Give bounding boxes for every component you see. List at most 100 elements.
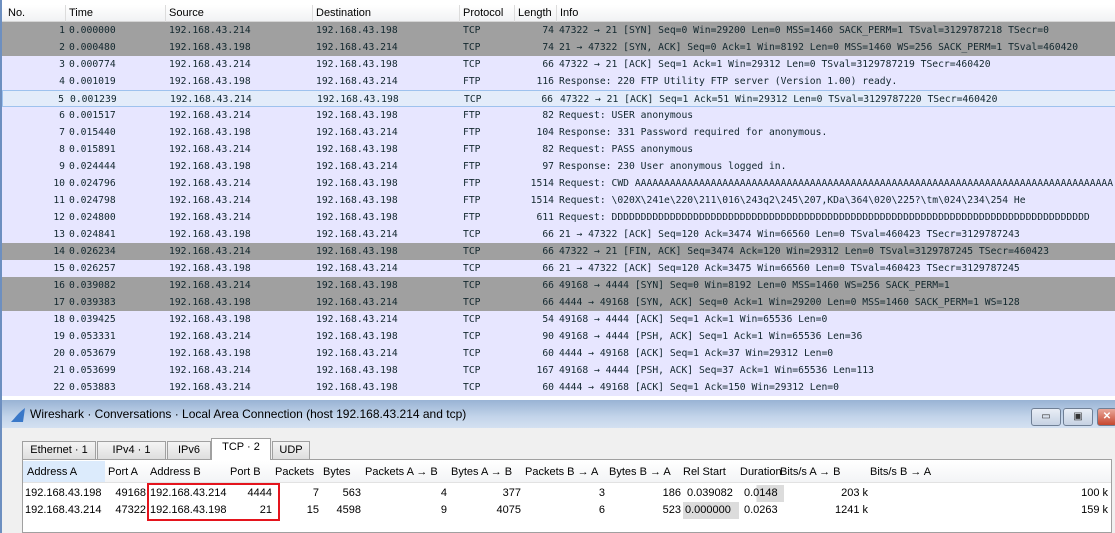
column-header-time[interactable]: Time <box>69 7 93 19</box>
packet-row[interactable]: 3 0.000774 192.168.43.214 192.168.43.198 TCP… <box>2 56 1115 73</box>
packet-row[interactable]: 18 0.039425 192.168.43.198 192.168.43.214 TC… <box>2 311 1115 328</box>
tab-ethernet[interactable]: Ethernet · 1 <box>22 441 96 459</box>
packet-dst: 192.168.43.198 <box>316 59 398 70</box>
packet-proto: TCP <box>463 314 481 325</box>
packet-src: 192.168.43.214 <box>169 195 251 206</box>
column-header-bits-s-b-a[interactable]: Bits/s B → A <box>870 466 931 478</box>
cell-port-a: 47322 <box>115 504 146 516</box>
column-header-no[interactable]: No. <box>8 7 25 19</box>
packet-no: 6 <box>59 110 65 121</box>
packet-src: 192.168.43.198 <box>169 229 251 240</box>
cell-bits-s-a-b: 1241 k <box>834 504 868 516</box>
packet-row[interactable]: 21 0.053699 192.168.43.214 192.168.43.198 TC… <box>2 362 1115 379</box>
column-divider[interactable] <box>459 5 460 22</box>
packet-row[interactable]: 17 0.039383 192.168.43.198 192.168.43.214 TC… <box>2 294 1115 311</box>
column-header-bytes-b-a[interactable]: Bytes B → A <box>609 466 671 478</box>
column-header-destination[interactable]: Destination <box>316 7 371 19</box>
packet-info: 21 → 47322 [SYN, ACK] Seq=0 Ack=1 Win=81… <box>559 42 1079 53</box>
packet-row[interactable]: 1 0.000000 192.168.43.214 192.168.43.198 TCP… <box>2 22 1115 39</box>
column-header-bits-s-a-b[interactable]: Bits/s A → B <box>780 466 841 478</box>
packet-row[interactable]: 15 0.026257 192.168.43.198 192.168.43.214 TC… <box>2 260 1115 277</box>
packet-src: 192.168.43.214 <box>169 178 251 189</box>
packet-proto: TCP <box>463 246 481 257</box>
packet-row[interactable]: 6 0.001517 192.168.43.214 192.168.43.198 FTP… <box>2 107 1115 124</box>
column-header-packets[interactable]: Packets <box>275 466 314 478</box>
packet-info: 4444 → 49168 [ACK] Seq=1 Ack=150 Win=293… <box>559 382 839 393</box>
packet-len: 66 <box>542 263 554 274</box>
packet-dst: 192.168.43.198 <box>316 110 398 121</box>
packet-row[interactable]: 2 0.000480 192.168.43.198 192.168.43.214 TCP… <box>2 39 1115 56</box>
packet-row[interactable]: 19 0.053331 192.168.43.214 192.168.43.198 TC… <box>2 328 1115 345</box>
column-header-duration[interactable]: Duration <box>740 466 782 478</box>
packet-row[interactable]: 13 0.024841 192.168.43.198 192.168.43.214 TC… <box>2 226 1115 243</box>
column-header-address-a[interactable]: Address A <box>23 461 105 482</box>
tab-udp[interactable]: UDP <box>272 441 310 459</box>
column-header-source[interactable]: Source <box>169 7 204 19</box>
packet-info: 21 → 47322 [ACK] Seq=120 Ack=3475 Win=66… <box>559 263 1020 274</box>
column-header-packets-a-b[interactable]: Packets A → B <box>365 466 438 478</box>
packet-dst: 192.168.43.198 <box>316 178 398 189</box>
packet-row[interactable]: 22 0.053883 192.168.43.214 192.168.43.198 TC… <box>2 379 1115 396</box>
packet-no: 20 <box>53 348 65 359</box>
dialog-title-bar[interactable]: Wireshark · Conversations · Local Area C… <box>2 400 1115 428</box>
tab-ipv6[interactable]: IPv6 <box>167 441 211 459</box>
column-divider[interactable] <box>312 5 313 22</box>
column-header-info[interactable]: Info <box>560 7 578 19</box>
packet-row[interactable]: 8 0.015891 192.168.43.214 192.168.43.198 FTP… <box>2 141 1115 158</box>
packet-info: 49168 → 4444 [ACK] Seq=1 Ack=1 Win=65536… <box>559 314 828 325</box>
packet-list[interactable]: No. Time Source Destination Protocol Length In… <box>0 0 1115 400</box>
close-button[interactable]: ✕ <box>1097 408 1115 426</box>
minimize-button[interactable]: ▭ <box>1031 408 1061 426</box>
column-header-length[interactable]: Length <box>518 7 552 19</box>
packet-row[interactable]: 4 0.001019 192.168.43.198 192.168.43.214 FTP… <box>2 73 1115 90</box>
tab-tcp[interactable]: TCP · 2 <box>211 438 271 460</box>
column-divider[interactable] <box>514 5 515 22</box>
packet-src: 192.168.43.214 <box>169 331 251 342</box>
packet-proto: FTP <box>463 76 481 87</box>
packet-no: 15 <box>53 263 65 274</box>
column-header-bytes[interactable]: Bytes <box>323 466 351 478</box>
column-header-rel-start[interactable]: Rel Start <box>683 466 726 478</box>
packet-no: 12 <box>53 212 65 223</box>
cell-packets-a-b: 4 <box>440 487 447 499</box>
packet-time: 0.039383 <box>69 297 116 308</box>
cell-bytes: 563 <box>342 487 361 499</box>
column-header-port-a[interactable]: Port A <box>108 466 138 478</box>
packet-no: 4 <box>59 76 65 87</box>
packet-row[interactable]: 16 0.039082 192.168.43.214 192.168.43.198 TC… <box>2 277 1115 294</box>
packet-len: 60 <box>542 382 554 393</box>
tab-ipv4[interactable]: IPv4 · 1 <box>97 441 166 459</box>
packet-len: 60 <box>542 348 554 359</box>
packet-row[interactable]: 11 0.024798 192.168.43.214 192.168.43.198 FT… <box>2 192 1115 209</box>
packet-no: 13 <box>53 229 65 240</box>
packet-row[interactable]: 5 0.001239 192.168.43.214 192.168.43.198 TCP… <box>2 90 1115 107</box>
column-header-address-b[interactable]: Address B <box>150 466 201 478</box>
packet-proto: TCP <box>463 365 481 376</box>
packet-len: 97 <box>542 161 554 172</box>
column-header-port-b[interactable]: Port B <box>230 466 261 478</box>
packet-row[interactable]: 12 0.024800 192.168.43.214 192.168.43.198 FT… <box>2 209 1115 226</box>
maximize-button[interactable]: ▣ <box>1063 408 1093 426</box>
packet-info: 49168 → 4444 [PSH, ACK] Seq=1 Ack=1 Win=… <box>559 331 863 342</box>
cell-bytes-a-b: 377 <box>502 487 521 499</box>
packet-row[interactable]: 10 0.024796 192.168.43.214 192.168.43.198 FT… <box>2 175 1115 192</box>
column-divider[interactable] <box>165 5 166 22</box>
packet-row[interactable]: 20 0.053679 192.168.43.198 192.168.43.214 TC… <box>2 345 1115 362</box>
packet-no: 2 <box>59 42 65 53</box>
column-header-bytes-a-b[interactable]: Bytes A → B <box>451 466 512 478</box>
column-divider[interactable] <box>65 5 66 22</box>
packet-no: 8 <box>59 144 65 155</box>
column-divider[interactable] <box>556 5 557 22</box>
packet-src: 192.168.43.214 <box>169 365 251 376</box>
packet-row[interactable]: 7 0.015440 192.168.43.198 192.168.43.214 FTP… <box>2 124 1115 141</box>
packet-dst: 192.168.43.198 <box>316 212 398 223</box>
packet-row[interactable]: 9 0.024444 192.168.43.198 192.168.43.214 FTP… <box>2 158 1115 175</box>
packet-time: 0.024841 <box>69 229 116 240</box>
packet-row[interactable]: 14 0.026234 192.168.43.214 192.168.43.198 TC… <box>2 243 1115 260</box>
packet-info: Request: PASS anonymous <box>559 144 694 155</box>
packet-proto: FTP <box>463 195 481 206</box>
column-header-packets-b-a[interactable]: Packets B → A <box>525 466 598 478</box>
cell-packets: 7 <box>312 487 319 499</box>
packet-info: Request: USER anonymous <box>559 110 694 121</box>
column-header-protocol[interactable]: Protocol <box>463 7 503 19</box>
